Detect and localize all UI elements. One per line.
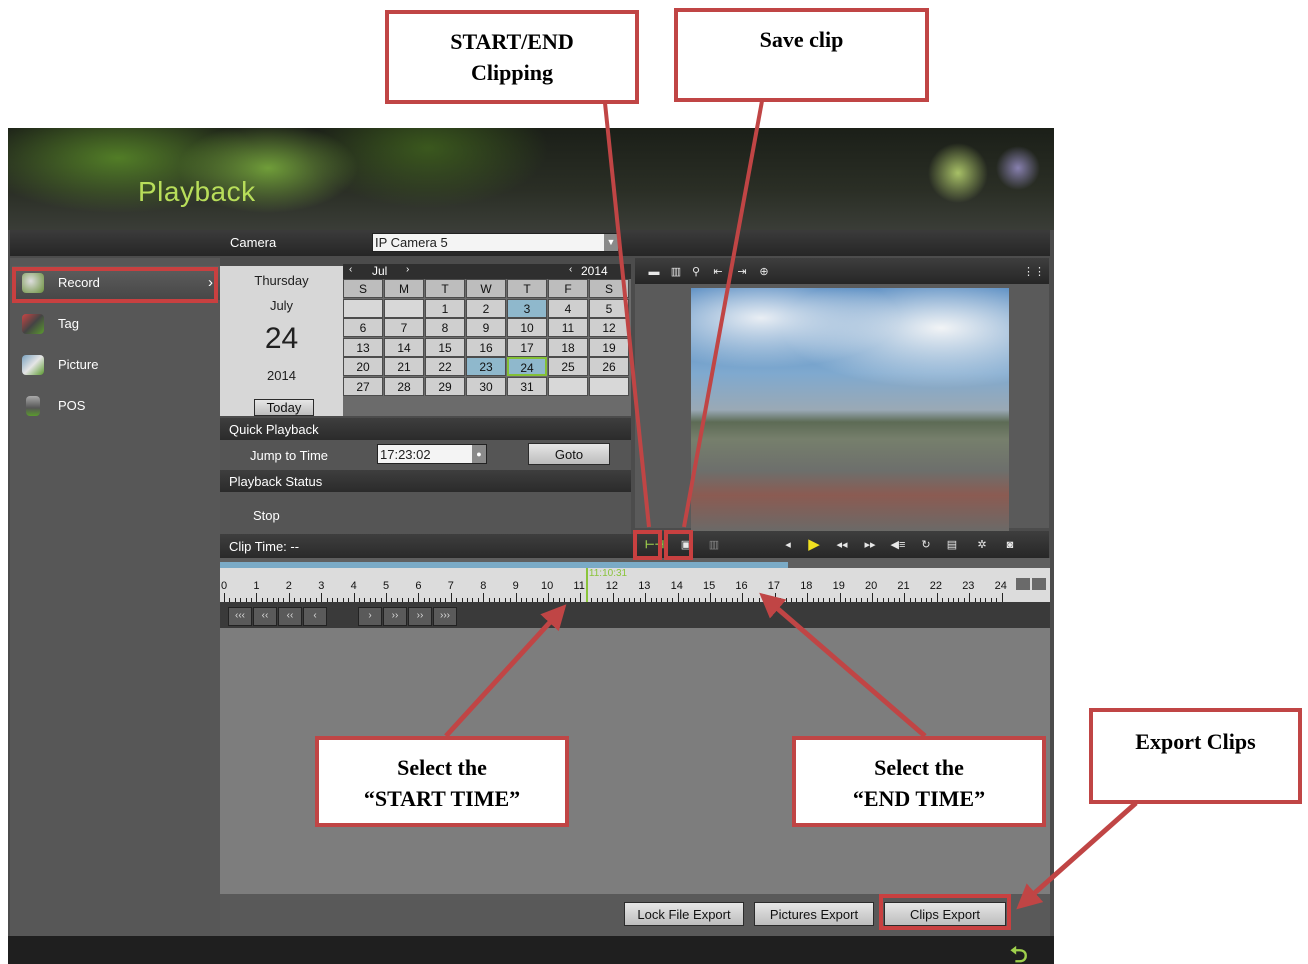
arrow-end-time xyxy=(759,592,927,738)
callout-text: Save clip xyxy=(759,27,844,52)
callout-select-end: Select the “END TIME” xyxy=(792,736,1046,827)
callout-text: START/END Clipping xyxy=(450,29,574,85)
annotation-arrows xyxy=(444,100,1138,910)
callout-select-start: Select the “START TIME” xyxy=(315,736,569,827)
callout-text: Select the “END TIME” xyxy=(852,755,986,811)
arrow-start-time xyxy=(444,604,567,738)
callout-start-end-clipping: START/END Clipping xyxy=(385,10,639,104)
callout-text: Export Clips xyxy=(1135,729,1256,754)
arrow-clipping xyxy=(603,102,651,528)
arrow-save xyxy=(682,100,764,528)
callout-text: Select the “START TIME” xyxy=(363,755,521,811)
callout-save-clip: Save clip xyxy=(674,8,929,102)
callout-export-clips: Export Clips xyxy=(1089,708,1302,804)
